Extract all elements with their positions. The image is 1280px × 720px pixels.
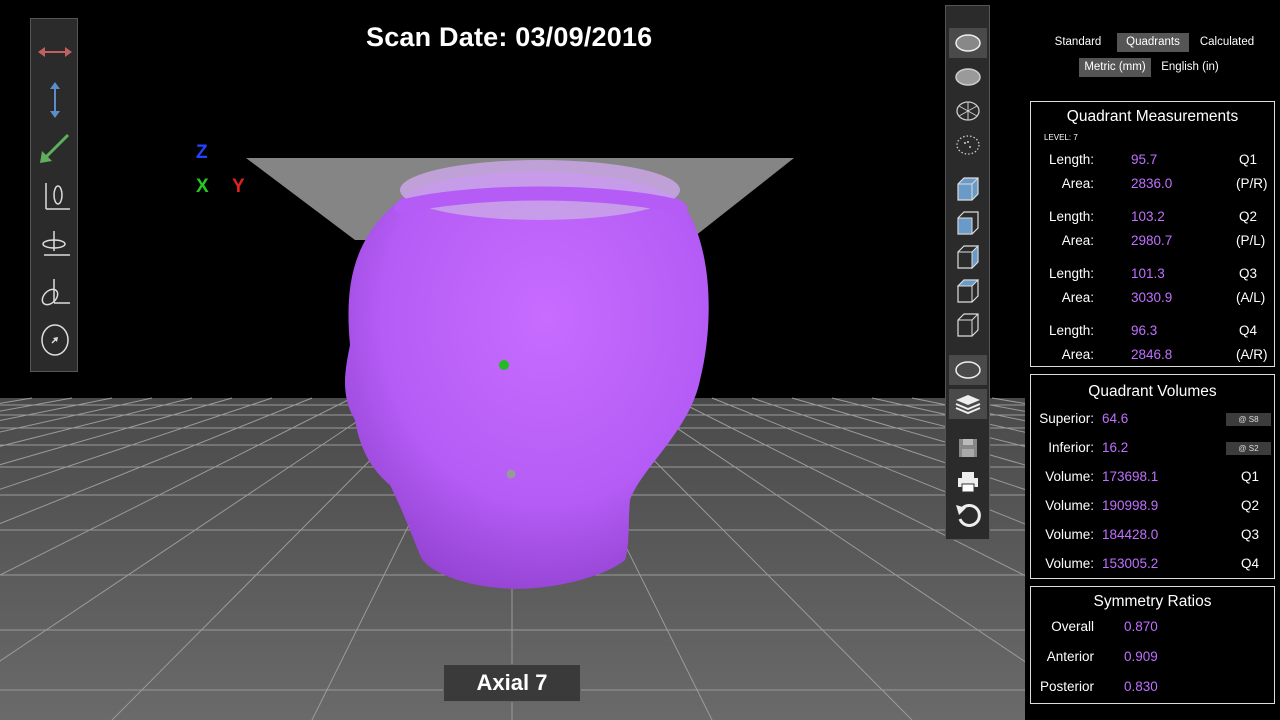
level-indicator: LEVEL: 7 [1044,133,1078,142]
save-icon[interactable] [949,433,987,463]
region-tag: (A/R) [1236,347,1268,362]
cube-solid-icon[interactable] [949,174,987,204]
ratio-value: 0.830 [1124,679,1158,694]
shaded-head-icon[interactable] [949,28,987,58]
3d-viewport[interactable]: Scan Date: 03/09/2016 Z X Y Axial 7 [0,0,1025,720]
ratio-label: Overall [1051,619,1094,634]
floor-grid [0,158,1025,720]
unit-english[interactable]: English (in) [1155,58,1225,77]
quadrant-tag: Q1 [1241,469,1260,484]
area-value: 2846.8 [1131,347,1173,362]
length-value: 103.2 [1131,209,1165,224]
axis-x-label: X [196,176,209,197]
panel-title: Quadrant Volumes [1088,383,1217,400]
ratio-value: 0.870 [1124,619,1158,634]
rotate-x-icon[interactable] [35,176,75,216]
region-tag: (P/L) [1236,233,1266,248]
length-value: 95.7 [1131,152,1158,167]
volume-label: Volume: [1045,469,1094,484]
width-arrow-icon[interactable] [35,32,75,72]
length-value: 96.3 [1131,323,1158,338]
volume-value: 153005.2 [1102,556,1159,571]
length-label: Length: [1048,209,1094,224]
panel-title: Symmetry Ratios [1093,593,1212,610]
cube-side-icon[interactable] [949,242,987,272]
view-mode-quadrants[interactable]: Quadrants [1117,33,1189,52]
volume-value: 190998.9 [1102,498,1159,513]
view-mode-calculated[interactable]: Calculated [1194,33,1260,52]
layers-icon[interactable] [949,389,987,419]
panel-title: Quadrant Measurements [1066,108,1239,125]
area-value: 2980.7 [1131,233,1173,248]
landmark-point-green [499,360,509,370]
ratio-label: Posterior [1039,679,1094,694]
quadrant-tag: Q3 [1239,266,1258,281]
length-label: Length: [1048,266,1094,281]
print-icon[interactable] [949,467,987,497]
quadrant-tag: Q2 [1241,498,1260,513]
volume-label: Inferior: [1048,440,1094,455]
quadrant-measurements-panel: Quadrant Measurements LEVEL: 7 Length: 95… [1030,101,1275,367]
rotate-z-icon[interactable] [35,272,75,312]
area-label: Area: [1061,233,1094,248]
volume-label: Volume: [1045,556,1094,571]
volume-value: 16.2 [1102,440,1129,455]
axis-z-label: Z [196,142,208,163]
head-top-icon[interactable] [35,320,75,360]
volume-value: 64.6 [1102,411,1129,426]
area-label: Area: [1061,290,1094,305]
slice-chip: @ S8 [1226,413,1271,426]
axis-y-label: Y [232,176,245,197]
slice-chip: @ S2 [1226,442,1271,455]
area-value: 2836.0 [1131,176,1173,191]
volume-label: Superior: [1039,411,1094,426]
diagonal-arrow-icon[interactable] [35,128,75,168]
cube-wire-icon[interactable] [949,310,987,340]
points-head-icon[interactable] [949,130,987,160]
ratio-label: Anterior [1046,649,1094,664]
length-label: Length: [1048,323,1094,338]
scan-date: Scan Date: 03/09/2016 [366,22,653,52]
area-value: 3030.9 [1131,290,1173,305]
landmark-point-grey [506,469,516,479]
volume-label: Volume: [1045,498,1094,513]
axial-level-label: Axial 7 [443,664,581,702]
height-arrow-icon[interactable] [35,80,75,120]
mesh-head-icon[interactable] [949,96,987,126]
rotate-y-icon[interactable] [35,224,75,264]
right-toolbar [945,5,990,540]
quadrant-tag: Q4 [1241,556,1260,571]
volume-value: 184428.0 [1102,527,1159,542]
volume-label: Volume: [1045,527,1094,542]
quadrant-tag: Q4 [1239,323,1258,338]
ratio-value: 0.909 [1124,649,1158,664]
contour-icon[interactable] [949,355,987,385]
quadrant-tag: Q1 [1239,152,1258,167]
reset-icon[interactable] [949,500,987,530]
view-mode-standard[interactable]: Standard [1045,33,1111,52]
region-tag: (P/R) [1236,176,1268,191]
symmetry-ratios-panel: Symmetry Ratios Overall 0.870 Anterior 0.90… [1030,586,1275,704]
quadrant-tag: Q2 [1239,209,1258,224]
cube-front-icon[interactable] [949,208,987,238]
length-value: 101.3 [1131,266,1165,281]
left-toolbar [30,18,78,372]
unit-metric[interactable]: Metric (mm) [1079,58,1151,77]
quadrant-volumes-panel: Quadrant Volumes Superior: 64.6 @ S8 Inferi… [1030,374,1275,579]
area-label: Area: [1061,176,1094,191]
area-label: Area: [1061,347,1094,362]
region-tag: (A/L) [1236,290,1266,305]
cube-top-icon[interactable] [949,276,987,306]
volume-value: 173698.1 [1102,469,1159,484]
quadrant-tag: Q3 [1241,527,1260,542]
length-label: Length: [1048,152,1094,167]
smooth-head-icon[interactable] [949,62,987,92]
